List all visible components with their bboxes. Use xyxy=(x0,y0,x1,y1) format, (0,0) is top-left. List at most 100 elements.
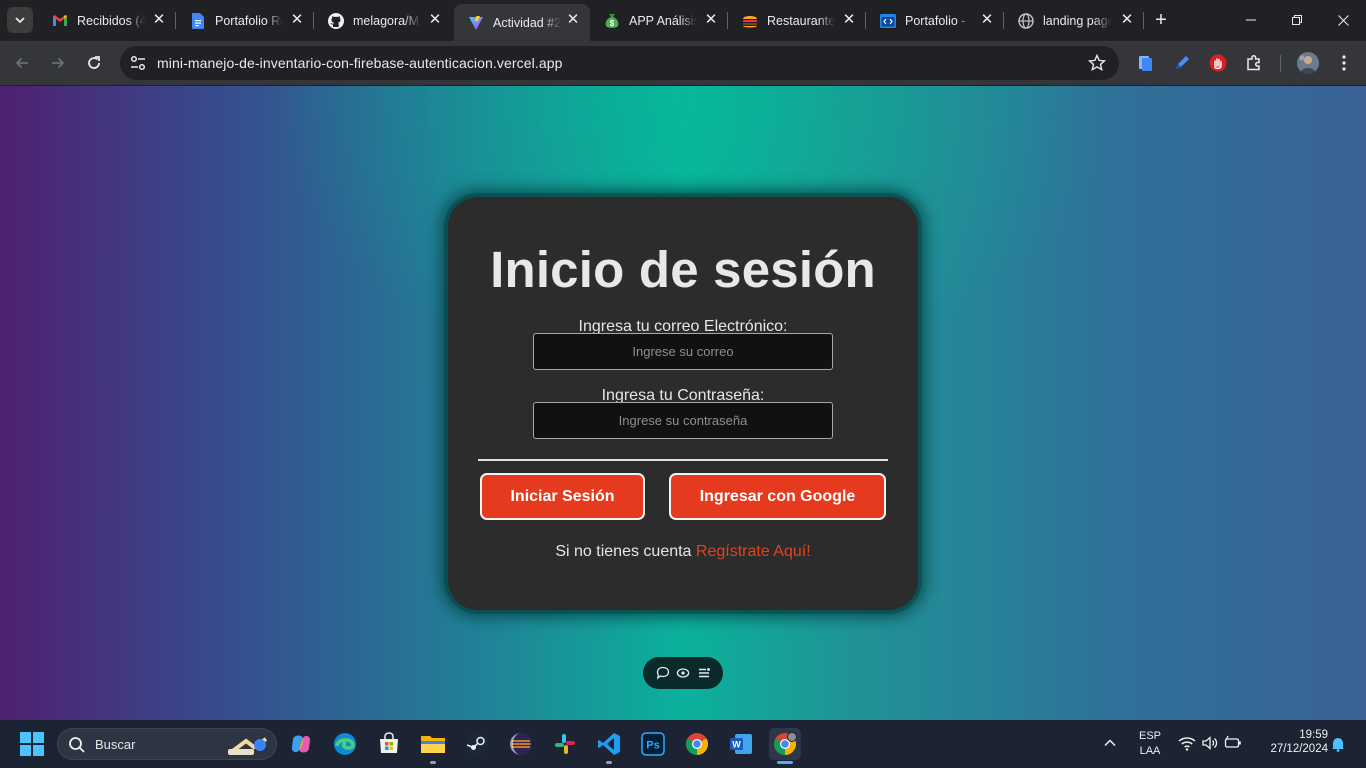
bell-icon xyxy=(1332,738,1344,752)
divider xyxy=(478,459,888,461)
clock-time: 19:59 xyxy=(1299,729,1328,741)
url-text[interactable]: mini-manejo-de-inventario-con-firebase-a… xyxy=(157,55,563,71)
google-signin-button[interactable]: Ingresar con Google xyxy=(669,473,886,520)
extensions-puzzle-icon[interactable] xyxy=(1244,53,1264,73)
copilot-icon xyxy=(291,735,311,753)
minimize-icon xyxy=(1246,19,1256,21)
search-label: Buscar xyxy=(95,737,136,752)
chrome-icon xyxy=(686,733,708,755)
start-button[interactable] xyxy=(16,728,48,760)
tab-search-button[interactable] xyxy=(7,7,33,33)
clock-date: 27/12/2024 xyxy=(1270,743,1328,755)
show-hidden-icons-button[interactable] xyxy=(1103,736,1117,755)
vite-icon xyxy=(468,15,484,31)
language-indicator[interactable]: ESP LAA xyxy=(1134,730,1166,757)
windows-taskbar: Buscar Ps W ESP LAA 19:59 27/12/2024 xyxy=(0,720,1366,768)
close-icon[interactable]: ✕ xyxy=(289,12,305,28)
login-title: Inicio de sesión xyxy=(490,241,876,298)
tab-title: melagora/M xyxy=(353,13,419,28)
extension-docs-icon[interactable] xyxy=(1136,53,1156,73)
volume-icon xyxy=(1202,736,1218,750)
folder-icon xyxy=(421,736,445,753)
taskbar-photoshop[interactable]: Ps xyxy=(637,728,669,760)
close-icon[interactable]: ✕ xyxy=(703,12,719,28)
docs-icon xyxy=(190,12,206,29)
tab-app-analisis[interactable]: $ APP Análisis ✕ xyxy=(590,0,728,41)
tab-title: Recibidos (4 xyxy=(77,13,145,28)
minimize-button[interactable] xyxy=(1228,0,1274,40)
tab-docs[interactable]: Portafolio Re ✕ xyxy=(176,0,314,41)
comment-icon[interactable] xyxy=(656,666,670,680)
close-icon[interactable]: ✕ xyxy=(1119,12,1135,28)
edge-icon xyxy=(334,733,356,755)
tab-title: APP Análisis xyxy=(629,13,697,28)
reload-button[interactable] xyxy=(82,51,106,75)
taskbar-file-explorer[interactable] xyxy=(417,728,449,764)
taskbar-word[interactable]: W xyxy=(725,728,757,760)
chevron-down-icon xyxy=(15,17,25,24)
close-icon[interactable]: ✕ xyxy=(841,12,857,28)
svg-text:Ps: Ps xyxy=(646,740,659,752)
login-card: Inicio de sesión Ingresa tu correo Elect… xyxy=(448,197,918,610)
search-highlight-icon xyxy=(228,737,268,755)
browser-tab-strip: Recibidos (4 ✕ Portafolio Re ✕ melagora/… xyxy=(0,0,1366,41)
tab-title: Portafolio - xyxy=(905,13,966,28)
floating-toolbar xyxy=(643,657,723,689)
close-window-button[interactable] xyxy=(1320,0,1366,40)
tab-actividad-active[interactable]: Actividad #2 ✕ xyxy=(454,4,590,41)
search-icon xyxy=(69,737,85,753)
eye-icon[interactable] xyxy=(676,666,690,680)
taskbar-vscode[interactable] xyxy=(593,728,625,764)
taskbar-edge[interactable] xyxy=(329,728,361,760)
close-icon[interactable]: ✕ xyxy=(427,12,443,28)
taskbar-chrome[interactable] xyxy=(681,728,713,760)
extension-pen-icon[interactable] xyxy=(1172,53,1192,73)
taskbar-store[interactable] xyxy=(373,728,405,760)
quick-settings[interactable] xyxy=(1178,735,1242,751)
tab-title: Restaurante xyxy=(767,13,835,28)
gmail-icon xyxy=(52,13,68,29)
code-window-icon xyxy=(880,13,896,29)
browser-menu-button[interactable] xyxy=(1334,53,1354,73)
address-bar[interactable]: mini-manejo-de-inventario-con-firebase-a… xyxy=(120,46,1119,80)
clock[interactable]: 19:59 27/12/2024 xyxy=(1258,729,1328,755)
restore-button[interactable] xyxy=(1274,0,1320,40)
taskbar-steam[interactable] xyxy=(461,728,493,760)
photoshop-icon: Ps xyxy=(641,732,665,756)
github-icon xyxy=(328,12,344,29)
tab-restaurante[interactable]: Restaurante ✕ xyxy=(728,0,866,41)
tab-landing-page[interactable]: landing page ✕ xyxy=(1004,0,1144,41)
wifi-icon xyxy=(1178,737,1196,751)
tab-portafolio[interactable]: Portafolio - ✕ xyxy=(866,0,1004,41)
close-icon[interactable]: ✕ xyxy=(151,12,167,28)
taskbar-search[interactable]: Buscar xyxy=(57,728,277,760)
bookmark-star-icon[interactable] xyxy=(1088,54,1106,72)
close-icon[interactable]: ✕ xyxy=(565,12,581,28)
windows-logo-icon xyxy=(20,732,44,756)
close-icon xyxy=(1337,14,1349,26)
register-link[interactable]: Regístrate Aquí! xyxy=(696,543,811,560)
new-tab-button[interactable]: + xyxy=(1152,10,1170,30)
email-field[interactable] xyxy=(533,333,833,370)
taskbar-slack[interactable] xyxy=(549,728,581,760)
more-vertical-icon xyxy=(1342,55,1346,71)
menu-icon[interactable] xyxy=(697,666,711,680)
taskbar-eclipse[interactable] xyxy=(505,728,537,760)
password-field[interactable] xyxy=(533,402,833,439)
extension-hand-icon[interactable] xyxy=(1208,53,1228,73)
back-button[interactable] xyxy=(10,51,34,75)
profile-avatar[interactable] xyxy=(1297,52,1319,74)
taskbar-chrome-profile[interactable] xyxy=(769,728,801,764)
taskbar-copilot[interactable] xyxy=(285,728,317,760)
tab-title: landing page xyxy=(1043,13,1111,28)
register-prompt: Si no tienes cuenta xyxy=(555,543,692,560)
close-icon[interactable]: ✕ xyxy=(979,12,995,28)
forward-button[interactable] xyxy=(46,51,70,75)
notifications-button[interactable] xyxy=(1331,736,1345,757)
tab-gmail[interactable]: Recibidos (4 ✕ xyxy=(38,0,176,41)
tab-github[interactable]: melagora/M ✕ xyxy=(314,0,452,41)
eclipse-icon xyxy=(510,733,532,755)
store-icon xyxy=(380,732,398,753)
site-settings-icon[interactable] xyxy=(129,54,147,72)
signin-button[interactable]: Iniciar Sesión xyxy=(480,473,645,520)
